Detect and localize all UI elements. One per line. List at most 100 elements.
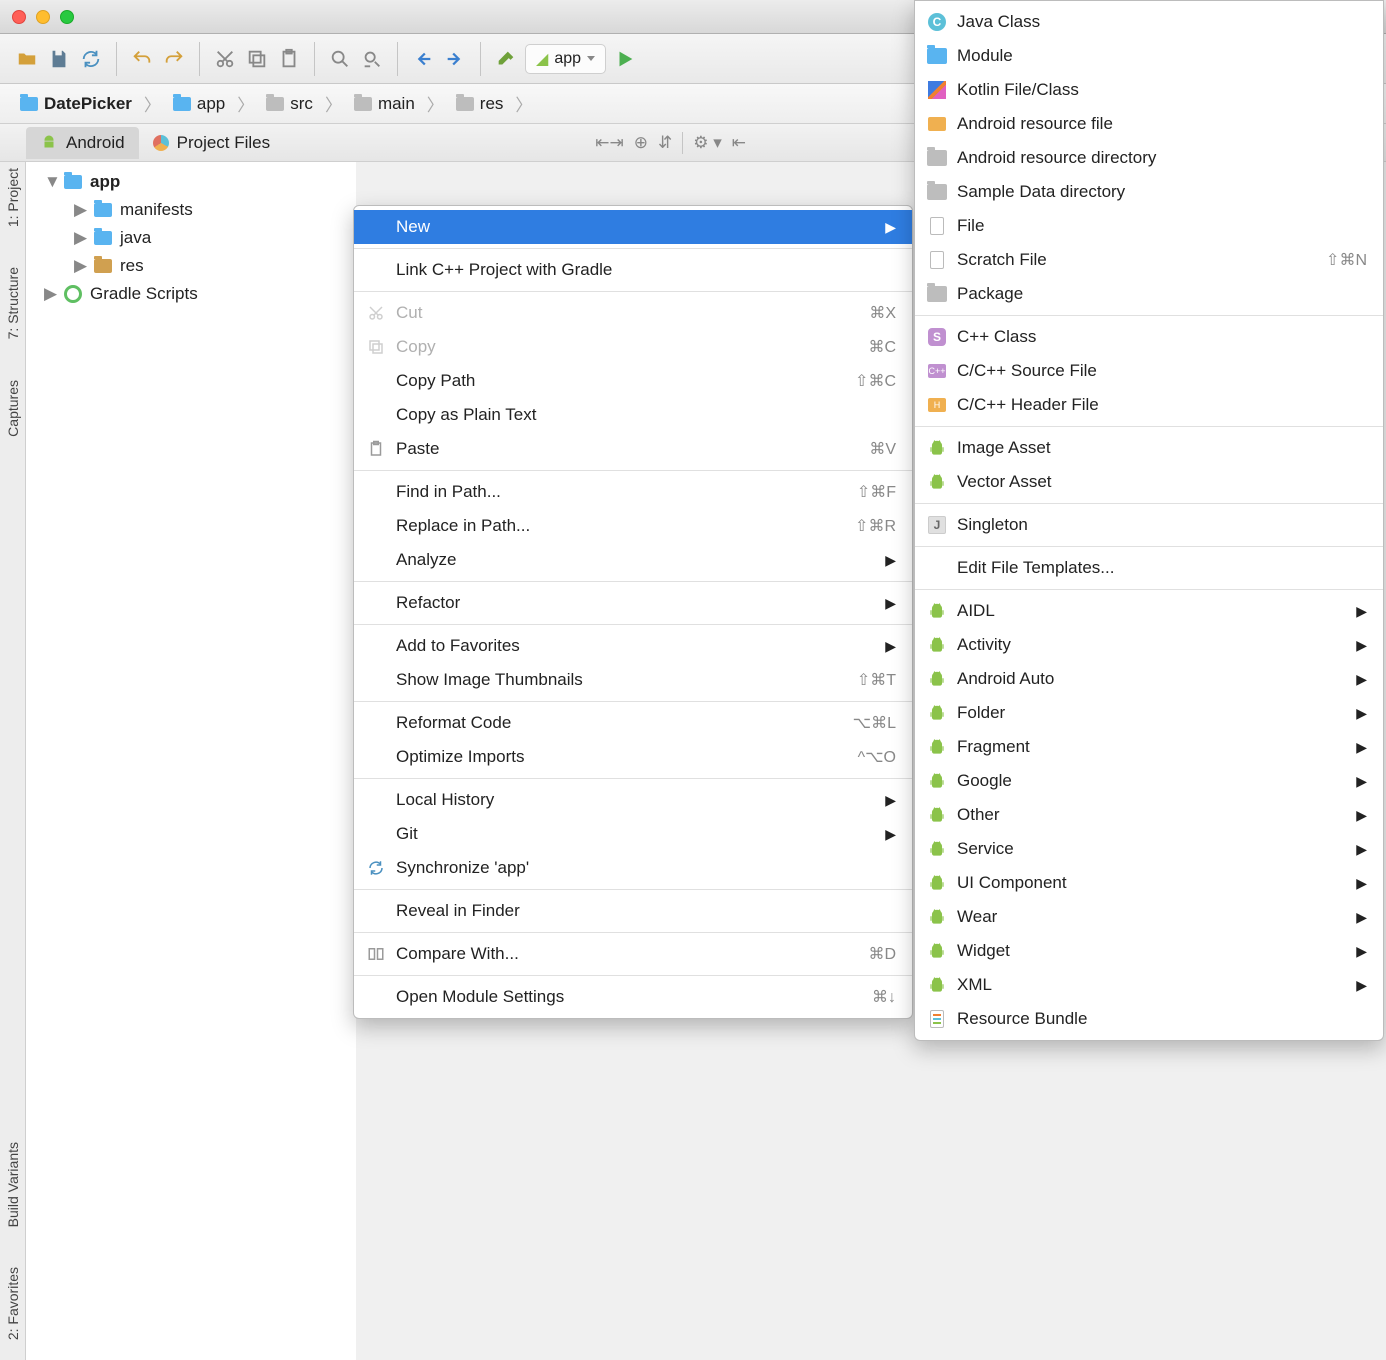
menu-item[interactable]: Local History▶ — [354, 783, 912, 817]
menu-item[interactable]: Find in Path...⇧⌘F — [354, 475, 912, 509]
menu-item[interactable]: Edit File Templates... — [915, 551, 1383, 585]
folder-icon — [456, 97, 474, 111]
run-icon[interactable] — [612, 46, 638, 72]
menu-item[interactable]: Android Auto▶ — [915, 662, 1383, 696]
menu-item[interactable]: Refactor▶ — [354, 586, 912, 620]
android-icon — [927, 771, 947, 791]
menu-item-label: Package — [957, 284, 1023, 304]
menu-item[interactable]: Other▶ — [915, 798, 1383, 832]
copy-icon[interactable] — [244, 46, 270, 72]
target-icon[interactable]: ⊕ — [634, 133, 648, 153]
run-config-chip[interactable]: ◢ app — [525, 44, 606, 74]
replace-icon[interactable] — [359, 46, 385, 72]
forward-icon[interactable] — [442, 46, 468, 72]
back-icon[interactable] — [410, 46, 436, 72]
tab-android[interactable]: Android — [26, 127, 139, 159]
menu-item[interactable]: Git▶ — [354, 817, 912, 851]
menu-item[interactable]: Folder▶ — [915, 696, 1383, 730]
breadcrumb-item[interactable]: src — [256, 90, 323, 118]
menu-item[interactable]: Show Image Thumbnails⇧⌘T — [354, 663, 912, 697]
menu-item[interactable]: Wear▶ — [915, 900, 1383, 934]
rail-structure[interactable]: 7: Structure — [5, 267, 21, 339]
breadcrumb-item[interactable]: main — [344, 90, 425, 118]
breadcrumb-item[interactable]: res — [446, 90, 514, 118]
save-icon[interactable] — [46, 46, 72, 72]
cut-icon[interactable] — [212, 46, 238, 72]
menu-item[interactable]: Replace in Path...⇧⌘R — [354, 509, 912, 543]
menu-item[interactable]: Copy Path⇧⌘C — [354, 364, 912, 398]
menu-item[interactable]: Module — [915, 39, 1383, 73]
paste-icon[interactable] — [276, 46, 302, 72]
tree-node-manifests[interactable]: ▶ manifests — [26, 196, 356, 224]
menu-item[interactable]: Kotlin File/Class — [915, 73, 1383, 107]
menu-item[interactable]: Copy⌘C — [354, 330, 912, 364]
menu-item[interactable]: Analyze▶ — [354, 543, 912, 577]
menu-item[interactable]: C++C/C++ Source File — [915, 354, 1383, 388]
menu-item[interactable]: AIDL▶ — [915, 594, 1383, 628]
find-icon[interactable] — [327, 46, 353, 72]
menu-item[interactable]: Paste⌘V — [354, 432, 912, 466]
rail-favorites[interactable]: 2: Favorites — [5, 1267, 21, 1340]
menu-item[interactable]: New▶ — [354, 210, 912, 244]
gear-icon[interactable]: ⚙ ▾ — [693, 133, 722, 153]
build-icon[interactable] — [493, 46, 519, 72]
menu-item[interactable]: Vector Asset — [915, 465, 1383, 499]
menu-item[interactable]: Add to Favorites▶ — [354, 629, 912, 663]
menu-item[interactable]: UI Component▶ — [915, 866, 1383, 900]
collapse-icon[interactable]: ⇵ — [658, 133, 672, 153]
rail-captures[interactable]: Captures — [5, 380, 21, 437]
menu-item[interactable]: Reformat Code⌥⌘L — [354, 706, 912, 740]
menu-item[interactable]: Service▶ — [915, 832, 1383, 866]
sync-icon[interactable] — [78, 46, 104, 72]
menu-item-label: Fragment — [957, 737, 1030, 757]
window-maximize-button[interactable] — [60, 10, 74, 24]
tree-node-res[interactable]: ▶ res — [26, 252, 356, 280]
menu-item[interactable]: Compare With...⌘D — [354, 937, 912, 971]
breadcrumb-item[interactable]: app — [163, 90, 235, 118]
expand-icon[interactable]: ⇤⇥ — [595, 133, 624, 153]
menu-item[interactable]: XML▶ — [915, 968, 1383, 1002]
tree-node-app[interactable]: ▼ app — [26, 168, 356, 196]
window-minimize-button[interactable] — [36, 10, 50, 24]
tab-project-files[interactable]: Project Files — [139, 127, 285, 159]
xml-icon — [927, 114, 947, 134]
menu-item[interactable]: SC++ Class — [915, 320, 1383, 354]
open-icon[interactable] — [14, 46, 40, 72]
menu-item[interactable]: HC/C++ Header File — [915, 388, 1383, 422]
menu-item[interactable]: Copy as Plain Text — [354, 398, 912, 432]
menu-item[interactable]: File — [915, 209, 1383, 243]
tree-node-java[interactable]: ▶ java — [26, 224, 356, 252]
menu-item[interactable]: Scratch File⇧⌘N — [915, 243, 1383, 277]
menu-item[interactable]: Link C++ Project with Gradle — [354, 253, 912, 287]
menu-item[interactable]: Cut⌘X — [354, 296, 912, 330]
redo-icon[interactable] — [161, 46, 187, 72]
menu-item[interactable]: Sample Data directory — [915, 175, 1383, 209]
menu-item[interactable]: Image Asset — [915, 431, 1383, 465]
menu-item[interactable]: Synchronize 'app' — [354, 851, 912, 885]
hide-icon[interactable]: ⇤ — [732, 133, 746, 153]
rail-project[interactable]: 1: Project — [5, 168, 21, 227]
menu-shortcut: ⌘V — [869, 439, 896, 459]
menu-item[interactable]: Open Module Settings⌘↓ — [354, 980, 912, 1014]
menu-item[interactable]: Google▶ — [915, 764, 1383, 798]
menu-item[interactable]: Reveal in Finder — [354, 894, 912, 928]
menu-item[interactable]: CJava Class — [915, 5, 1383, 39]
breadcrumb-item[interactable]: DatePicker — [10, 90, 142, 118]
menu-shortcut: ⇧⌘C — [855, 371, 896, 391]
menu-item[interactable]: Android resource file — [915, 107, 1383, 141]
rail-build-variants[interactable]: Build Variants — [5, 1142, 21, 1227]
undo-icon[interactable] — [129, 46, 155, 72]
menu-item[interactable]: Optimize Imports^⌥O — [354, 740, 912, 774]
menu-item[interactable]: Resource Bundle — [915, 1002, 1383, 1036]
menu-item[interactable]: Android resource directory — [915, 141, 1383, 175]
tree-node-gradle[interactable]: ▶ Gradle Scripts — [26, 280, 356, 308]
menu-item-label: C/C++ Header File — [957, 395, 1099, 415]
window-close-button[interactable] — [12, 10, 26, 24]
menu-item[interactable]: JSingleton — [915, 508, 1383, 542]
menu-item[interactable]: Widget▶ — [915, 934, 1383, 968]
menu-item-label: Copy — [396, 337, 436, 357]
menu-item[interactable]: Activity▶ — [915, 628, 1383, 662]
menu-item[interactable]: Fragment▶ — [915, 730, 1383, 764]
breadcrumb-separator: 〉 — [427, 91, 444, 116]
menu-item[interactable]: Package — [915, 277, 1383, 311]
